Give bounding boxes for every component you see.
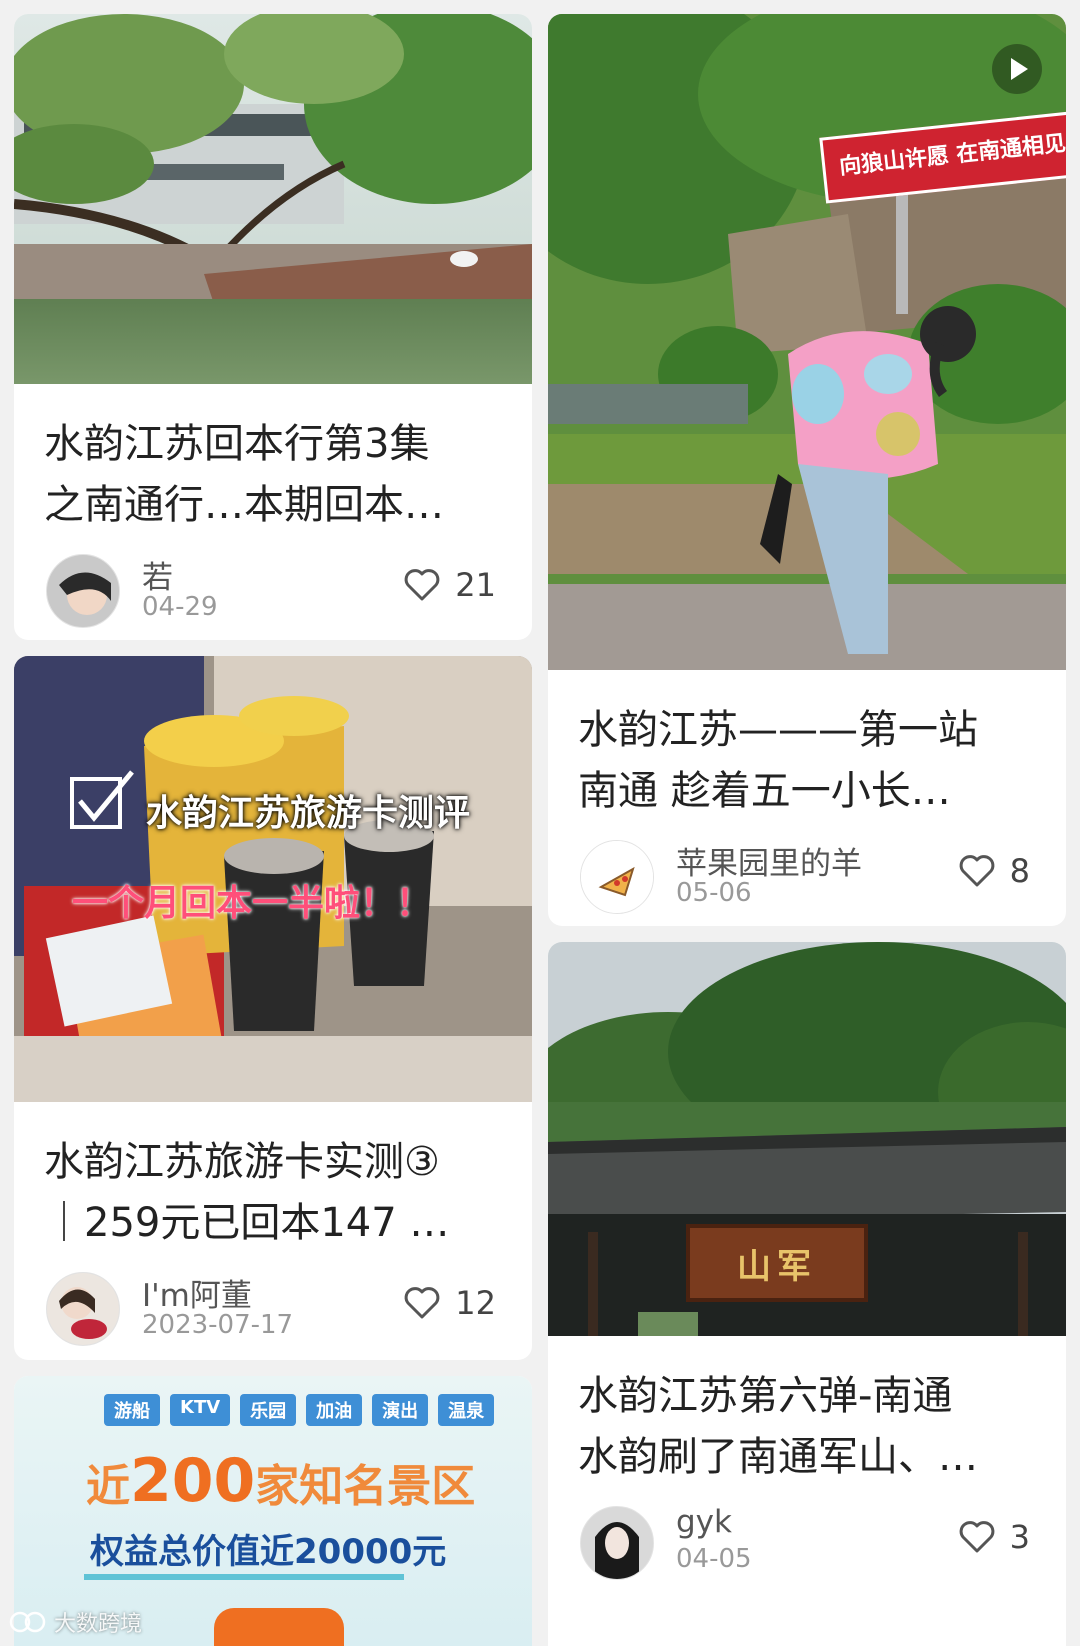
note-cover-image[interactable]: 向狼山许愿 在南通相见 (548, 14, 1066, 670)
post-date: 04-05 (676, 1544, 752, 1574)
post-date: 2023-07-17 (142, 1310, 294, 1340)
note-title-line: 水韵刷了南通军山、… (578, 1434, 978, 1480)
note-title[interactable]: 水韵江苏———第一站 南通 趁着五一小长… (578, 700, 1036, 822)
note-title-line: 水韵江苏回本行第3集 (44, 421, 430, 467)
ad-headline-prefix: 近 (86, 1461, 130, 1512)
ad-tag: 游船 (104, 1394, 160, 1426)
like-count: 21 (455, 566, 496, 604)
ad-headline: 近200家知名景区 (86, 1446, 475, 1516)
heart-icon (404, 1287, 440, 1319)
post-date: 05-06 (676, 878, 752, 908)
ad-tag: 乐园 (240, 1394, 297, 1426)
cover-plaque-text: 山军 (686, 1224, 868, 1302)
cover-overlay-subtitle: 一个月回本一半啦！！ (72, 883, 433, 924)
note-card[interactable]: 向狼山许愿 在南通相见 水韵江苏———第一站 南通 趁着五一小长… 苹果园里的羊 (548, 14, 1066, 926)
note-title[interactable]: 水韵江苏旅游卡实测③ ｜259元已回本147 … (44, 1132, 502, 1254)
note-meta: I'm阿董 2023-07-17 12 (14, 1254, 532, 1350)
note-title-line: 水韵江苏第六弹-南通 (578, 1373, 953, 1419)
note-card[interactable]: 水韵江苏回本行第3集 之南通行…本期回本… 若 04-29 21 (14, 14, 532, 640)
heart-icon (404, 569, 440, 601)
like-button[interactable]: 3 (958, 1518, 1030, 1556)
watermark-logo-icon (9, 1611, 46, 1633)
like-count: 3 (1009, 1518, 1030, 1556)
ad-tag: 演出 (372, 1394, 429, 1426)
author-name[interactable]: I'm阿董 (142, 1270, 252, 1315)
note-title-line: 水韵江苏———第一站 (578, 707, 978, 753)
watermark-text: 大数跨境 (54, 1612, 143, 1637)
author-name[interactable]: 苹果园里的羊 (676, 838, 862, 883)
note-card[interactable]: 山军 水韵江苏第六弹-南通 水韵刷了南通军山、… gyk 04-05 3 (548, 942, 1066, 1646)
heart-icon (959, 855, 994, 887)
note-meta: gyk 04-05 3 (548, 1488, 1066, 1584)
like-button[interactable]: 12 (403, 1284, 496, 1322)
note-title-line: 之南通行…本期回本… (44, 482, 444, 528)
note-cover-image[interactable]: 山军 (548, 942, 1066, 1336)
ad-headline-number: 200 (130, 1446, 256, 1516)
watermark: 大数跨境 (8, 1606, 142, 1638)
avatar[interactable] (580, 840, 654, 914)
cover-overlay-title: 水韵江苏旅游卡测评 (146, 793, 471, 834)
ad-tag: 加油 (306, 1394, 363, 1426)
like-count: 12 (455, 1284, 496, 1322)
post-date: 04-29 (142, 592, 218, 622)
avatar[interactable] (580, 1506, 654, 1580)
note-meta: 若 04-29 21 (14, 536, 532, 632)
like-button[interactable]: 21 (403, 566, 496, 604)
ad-underline (84, 1574, 404, 1580)
note-title[interactable]: 水韵江苏第六弹-南通 水韵刷了南通军山、… (578, 1366, 1036, 1488)
ad-tag-list: 游船 KTV 乐园 加油 演出 温泉 (104, 1394, 495, 1426)
note-title-line: ｜259元已回本147 … (44, 1200, 450, 1246)
like-count: 8 (1009, 852, 1030, 890)
heart-icon (959, 1521, 994, 1553)
note-title[interactable]: 水韵江苏回本行第3集 之南通行…本期回本… (44, 414, 502, 536)
ad-headline-suffix: 家知名景区 (255, 1461, 476, 1512)
ad-tag: 温泉 (438, 1394, 495, 1426)
play-icon[interactable] (992, 44, 1042, 94)
ad-tag: KTV (170, 1394, 231, 1426)
author-name[interactable]: gyk (676, 1504, 732, 1540)
note-title-line: 南通 趁着五一小长… (578, 768, 951, 814)
like-button[interactable]: 8 (958, 852, 1030, 890)
author-name[interactable]: 若 (142, 552, 173, 597)
note-card[interactable]: 水韵江苏旅游卡测评 一个月回本一半啦！！ 水韵江苏旅游卡实测③ ｜259元已回本… (14, 656, 532, 1360)
note-cover-image[interactable] (14, 14, 532, 384)
avatar[interactable] (46, 1272, 120, 1346)
note-meta: 苹果园里的羊 05-06 8 (548, 822, 1066, 918)
note-cover-image[interactable]: 水韵江苏旅游卡测评 一个月回本一半啦！！ (14, 656, 532, 1102)
avatar[interactable] (46, 554, 120, 628)
ad-subheadline: 权益总价值近20000元 (90, 1532, 447, 1572)
note-title-line: 水韵江苏旅游卡实测③ (44, 1139, 440, 1185)
ad-bottom-shape (214, 1608, 344, 1646)
